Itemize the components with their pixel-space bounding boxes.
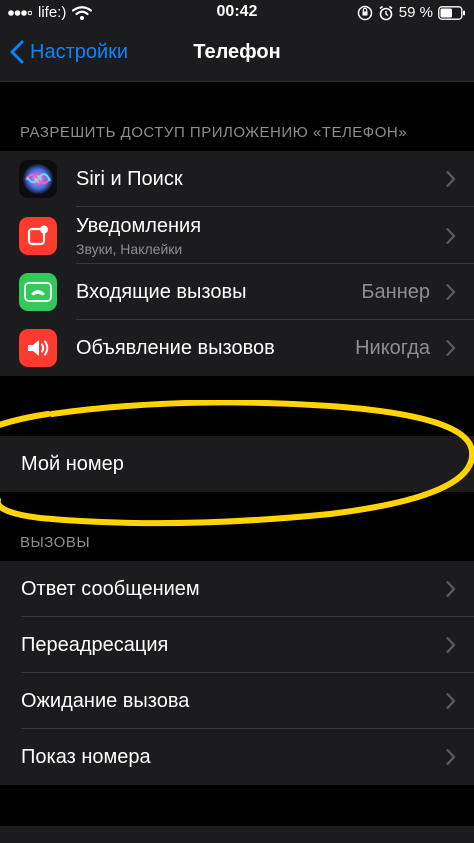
announce-calls-value: Никогда [355, 336, 430, 359]
alarm-icon [379, 5, 393, 20]
notifications-icon [19, 216, 57, 255]
section-header-calls: ВЫЗОВЫ [20, 534, 91, 551]
reply-with-message-row[interactable]: Ответ сообщением [0, 561, 474, 617]
chevron-right-icon [446, 636, 456, 654]
phone-icon [19, 273, 57, 311]
my-number-group: Мой номер [0, 436, 474, 492]
incoming-calls-text: Входящие вызовы [76, 281, 246, 304]
allow-access-group: Siri и Поиск Уведомления Звуки, Наклейки… [0, 151, 474, 376]
battery-percent: 59 % [398, 4, 433, 21]
siri-icon [19, 160, 57, 198]
announce-calls-label: Объявление вызовов [76, 336, 275, 359]
navigation-bar: Настройки Телефон [0, 26, 474, 82]
my-number-text: Мой номер [21, 453, 124, 476]
call-waiting-text: Ожидание вызова [21, 690, 189, 713]
status-bar: life:) 00:42 59 % [0, 0, 474, 26]
chevron-right-icon [446, 170, 456, 188]
call-forwarding-label: Переадресация [21, 633, 169, 656]
show-caller-id-label: Показ номера [21, 745, 151, 768]
page-title: Телефон [193, 41, 281, 63]
my-number-row[interactable]: Мой номер [0, 436, 474, 492]
status-right: 59 % [357, 4, 466, 21]
show-caller-id-row[interactable]: Показ номера [0, 729, 474, 785]
chevron-right-icon [446, 692, 456, 710]
incoming-calls-value: Баннер [361, 280, 430, 303]
siri-text: Siri и Поиск [76, 168, 183, 191]
next-group-edge [0, 826, 474, 843]
show-caller-id-text: Показ номера [21, 746, 151, 769]
siri-search-row[interactable]: Siri и Поиск [0, 151, 474, 207]
calls-group: Ответ сообщением Переадресация Ожидание … [0, 561, 474, 785]
call-forwarding-row[interactable]: Переадресация [0, 617, 474, 673]
my-number-label: Мой номер [21, 452, 124, 475]
announce-calls-text: Объявление вызовов [76, 337, 275, 360]
incoming-calls-row[interactable]: Входящие вызовы Баннер [0, 264, 474, 320]
call-forwarding-text: Переадресация [21, 634, 168, 657]
speaker-icon [19, 329, 57, 367]
section-header-allow: РАЗРЕШИТЬ ДОСТУП ПРИЛОЖЕНИЮ «ТЕЛЕФОН» [20, 124, 408, 141]
chevron-right-icon [446, 580, 456, 598]
battery-icon [438, 5, 465, 20]
notifications-label: Уведомления [76, 214, 202, 237]
reply-with-message-text: Ответ сообщением [21, 578, 200, 601]
chevron-right-icon [446, 283, 456, 301]
chevron-right-icon [446, 227, 456, 244]
notifications-row[interactable]: Уведомления Звуки, Наклейки [0, 207, 474, 264]
call-waiting-label: Ожидание вызова [21, 689, 190, 712]
call-waiting-row[interactable]: Ожидание вызова [0, 673, 474, 729]
siri-label: Siri и Поиск [76, 167, 183, 190]
incoming-calls-label: Входящие вызовы [76, 280, 247, 303]
chevron-right-icon [446, 748, 456, 766]
notifications-sublabel: Звуки, Наклейки [76, 240, 183, 257]
notifications-text: Уведомления Звуки, Наклейки [76, 215, 201, 257]
orientation-lock-icon [357, 5, 373, 20]
chevron-right-icon [446, 339, 456, 357]
announce-calls-row[interactable]: Объявление вызовов Никогда [0, 320, 474, 376]
reply-with-message-label: Ответ сообщением [21, 577, 200, 600]
